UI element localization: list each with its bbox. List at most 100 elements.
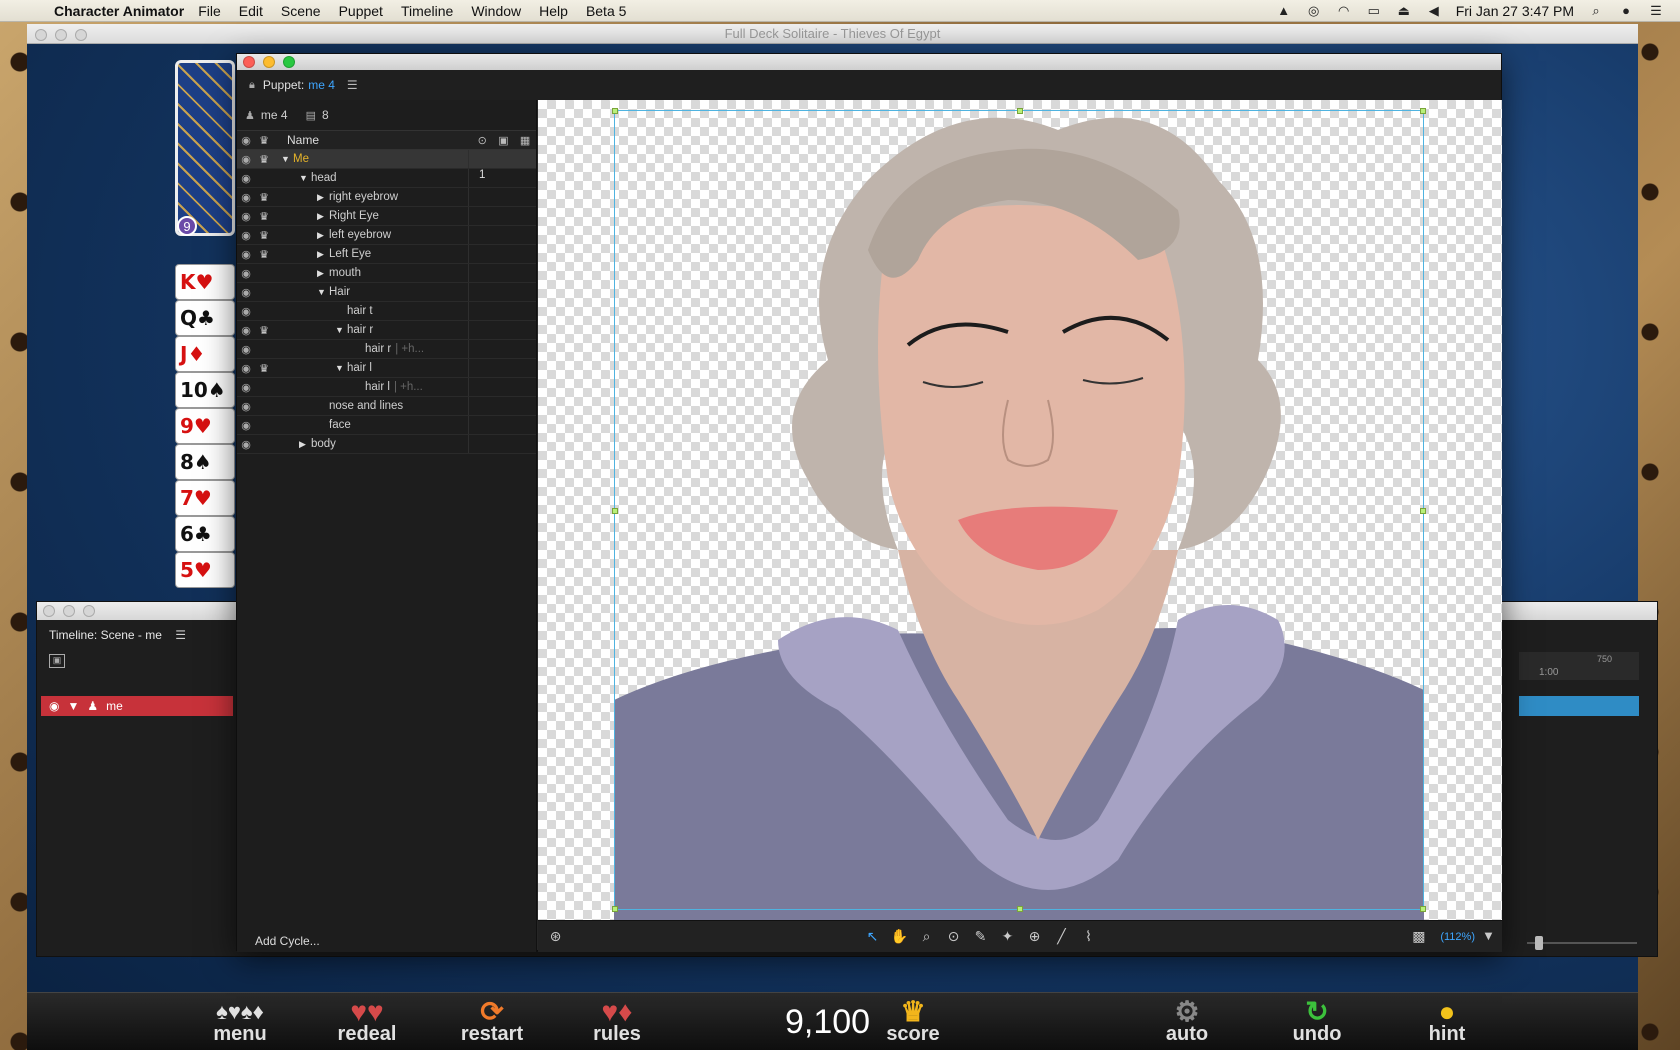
layer-row[interactable]: ◉♛▼head1 [237,169,536,188]
independent-crown-icon[interactable]: ♛ [255,381,273,394]
select-tool-icon[interactable]: ↖ [859,929,886,945]
resize-handle-tr[interactable] [1420,108,1426,114]
independent-crown-icon[interactable]: ♛ [255,324,273,337]
layer-row[interactable]: ◉♛ face [237,416,536,435]
disclosure-collapsed-icon[interactable]: ▶ [317,249,329,260]
playing-card[interactable]: K♥ [175,264,235,300]
layer-row[interactable]: ◉ ♛ ▼ hair r [237,321,536,340]
disclosure-collapsed-icon[interactable]: ▶ [317,230,329,241]
menu-puppet[interactable]: Puppet [339,3,383,19]
independent-crown-icon[interactable]: ♛ [255,343,273,356]
playing-card[interactable]: 7♥ [175,480,235,516]
transparency-grid-icon[interactable]: ▩ [1405,929,1432,945]
independent-crown-icon[interactable]: ♛ [255,248,273,261]
panel-menu-icon[interactable]: ☰ [347,78,358,92]
layer-attribute-cell[interactable] [468,302,536,320]
resize-handle-tl[interactable] [612,108,618,114]
playing-card[interactable]: 10♠ [175,372,235,408]
playing-card[interactable]: 6♣ [175,516,235,552]
disclosure-expanded-icon[interactable]: ▼ [317,287,329,297]
independent-crown-icon[interactable]: ♛ [255,153,273,166]
minimize-button[interactable] [263,56,275,68]
layer-attribute-cell[interactable] [468,283,536,301]
visibility-eye-icon[interactable]: ◉ [237,381,255,394]
volume-icon[interactable]: ◀ [1426,3,1442,18]
layer-row[interactable]: ◉♛ hair t [237,302,536,321]
siri-icon[interactable]: ● [1618,3,1634,18]
resize-handle-br[interactable] [1420,906,1426,912]
draggable-tool-icon[interactable]: ✎ [967,929,994,945]
menu-file[interactable]: File [198,3,221,19]
auto-button[interactable]: ⚙ auto [1147,997,1227,1046]
layer-attribute-cell[interactable] [468,359,536,377]
playing-card[interactable]: 9♥ [175,408,235,444]
timeline-track-me[interactable]: ◉ ▼ ♟ me [41,696,233,716]
visibility-eye-icon[interactable]: ◉ [237,324,255,337]
layer-row[interactable]: ◉ ♛ ▶ left eyebrow [237,226,536,245]
handle-tool-icon[interactable]: ⊕ [1021,929,1048,945]
visibility-eye-icon[interactable]: ◉ [237,362,255,375]
independent-crown-icon[interactable]: ♛ [255,305,273,318]
visibility-eye-icon[interactable]: ◉ [237,153,255,166]
disclosure-collapsed-icon[interactable]: ▶ [317,192,329,203]
timeline-zoom-slider[interactable] [1527,942,1637,944]
menu-beta[interactable]: Beta 5 [586,3,626,19]
lock-icon[interactable]: 🔒︎ [249,79,255,92]
disclosure-collapsed-icon[interactable]: ▶ [317,268,329,279]
visibility-eye-icon[interactable]: ◉ [237,210,255,223]
disclosure-expanded-icon[interactable]: ▼ [335,325,347,335]
independent-crown-icon[interactable]: ♛ [255,362,273,375]
layer-attribute-cell[interactable] [468,416,536,434]
hint-button[interactable]: ● hint [1407,997,1487,1046]
menu-timeline[interactable]: Timeline [401,3,453,19]
resize-handle-r[interactable] [1420,508,1426,514]
app-menu-name[interactable]: Character Animator [54,3,184,19]
visibility-eye-icon[interactable]: ◉ [237,229,255,242]
playing-card[interactable]: 8♠ [175,444,235,480]
independent-crown-icon[interactable]: ♛ [255,267,273,280]
wifi-icon[interactable]: ◠ [1336,3,1352,18]
layer-attribute-cell[interactable] [468,226,536,244]
timeline-options-icon[interactable]: ▣ [49,654,65,668]
layer-attribute-cell[interactable]: 1 [468,169,536,187]
visibility-eye-icon[interactable]: ◉ [237,419,255,432]
minimize-button[interactable] [63,605,75,617]
hand-tool-icon[interactable]: ✋ [886,929,913,945]
panel-menu-icon[interactable]: ☰ [175,628,186,642]
independent-crown-icon[interactable]: ♛ [255,438,273,451]
visibility-eye-icon[interactable]: ◉ [237,172,255,185]
timeline-ruler[interactable]: 1:00 750 [1519,652,1639,680]
layer-attribute-cell[interactable] [468,207,536,225]
clock[interactable]: Fri Jan 27 3:47 PM [1456,3,1574,19]
layer-attribute-cell[interactable] [468,378,536,396]
menu-button[interactable]: ♠♥♠♦ menu [185,997,295,1046]
selection-bounding-box[interactable] [612,108,1426,912]
menu-help[interactable]: Help [539,3,568,19]
layer-row[interactable]: ◉ ♛ ▼ hair l [237,359,536,378]
visibility-eye-icon[interactable]: ◉ [237,438,255,451]
layer-row[interactable]: ◉ ♛ ▶ Left Eye [237,245,536,264]
close-button[interactable] [243,56,255,68]
layer-attribute-cell[interactable] [468,397,536,415]
independent-crown-icon[interactable]: ♛ [255,172,273,185]
independent-crown-icon[interactable]: ♛ [255,286,273,299]
disclosure-expanded-icon[interactable]: ▼ [335,363,347,373]
puppet-canvas[interactable] [538,100,1502,920]
timeline-zoom-knob[interactable] [1535,936,1543,950]
independent-crown-icon[interactable]: ♛ [255,191,273,204]
redeal-button[interactable]: ♥♥ redeal [327,997,407,1046]
disclosure-collapsed-icon[interactable]: ▶ [317,211,329,222]
menu-scene[interactable]: Scene [281,3,321,19]
stick-tool-icon[interactable]: ╱ [1048,929,1075,945]
search-icon[interactable]: ⌕ [1588,3,1604,18]
creative-cloud-icon[interactable]: ◎ [1306,3,1322,18]
zoom-button[interactable] [283,56,295,68]
layer-row[interactable]: ◉ ♛ ▼ Me [237,150,536,169]
eye-icon[interactable]: ◉ [49,699,59,713]
visibility-eye-icon[interactable]: ◉ [237,286,255,299]
layer-row[interactable]: ◉♛▼Hair [237,283,536,302]
eject-icon[interactable]: ⏏ [1396,3,1412,18]
stock-pile[interactable] [175,60,235,236]
independent-crown-icon[interactable]: ♛ [255,229,273,242]
visibility-eye-icon[interactable]: ◉ [237,400,255,413]
